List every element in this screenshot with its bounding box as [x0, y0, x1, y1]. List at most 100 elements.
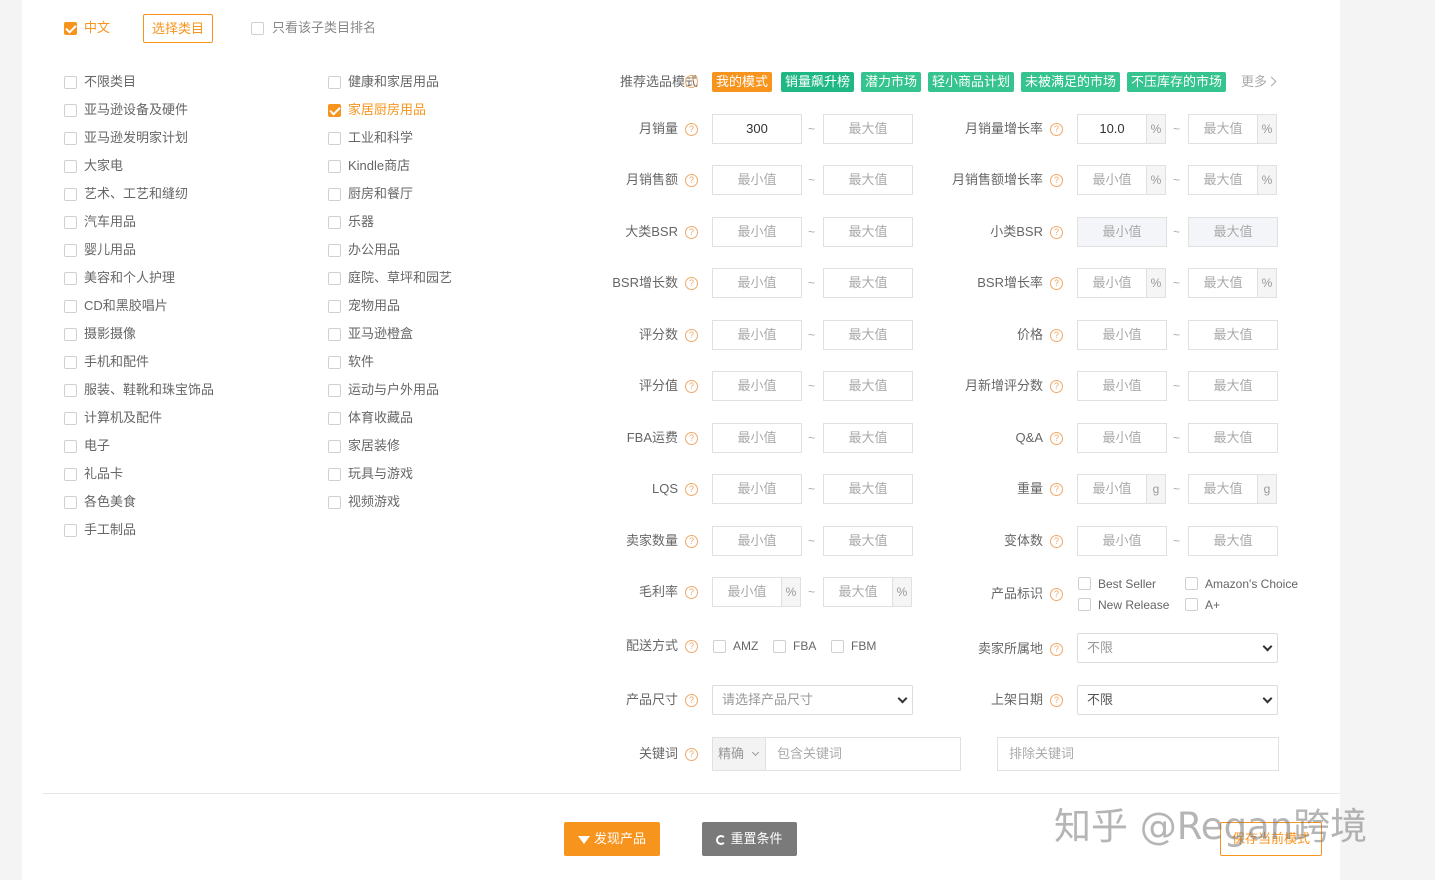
category-label[interactable]: Kindle商店 — [348, 158, 410, 174]
category-checkbox[interactable] — [64, 132, 77, 145]
category-checkbox[interactable] — [64, 412, 77, 425]
mode-tag-unmet[interactable]: 未被满足的市场 — [1021, 72, 1121, 92]
help-icon[interactable]: ? — [1050, 694, 1063, 707]
badge-new-release-checkbox[interactable] — [1078, 598, 1091, 611]
category-checkbox[interactable] — [64, 272, 77, 285]
help-icon[interactable]: ? — [685, 586, 698, 599]
category-label[interactable]: 手机和配件 — [84, 354, 149, 370]
category-label[interactable]: 运动与户外用品 — [348, 382, 439, 398]
category-checkbox[interactable] — [328, 76, 341, 89]
only-subcategory-checkbox[interactable] — [251, 22, 264, 35]
bsr-growth-rate-max-input[interactable]: 最大值 — [1188, 268, 1258, 298]
gross-margin-max-input[interactable]: 最大值 — [823, 577, 893, 607]
bsr-growth-rate-min-input[interactable]: 最小值 — [1077, 268, 1147, 298]
help-icon[interactable]: ? — [685, 380, 698, 393]
mode-tag-no-stock[interactable]: 不压库存的市场 — [1127, 72, 1227, 92]
help-icon[interactable]: ? — [685, 226, 698, 239]
help-icon[interactable]: ? — [1050, 329, 1063, 342]
category-checkbox[interactable] — [328, 216, 341, 229]
lang-checkbox[interactable] — [64, 22, 77, 35]
badge-amazons-choice-checkbox[interactable] — [1185, 577, 1198, 590]
category-label[interactable]: 计算机及配件 — [84, 410, 162, 426]
category-label[interactable]: 宠物用品 — [348, 298, 400, 314]
help-icon[interactable]: ? — [1050, 483, 1063, 496]
monthly-new-ratings-max-input[interactable]: 最大值 — [1188, 371, 1278, 401]
seller-count-min-input[interactable]: 最小值 — [712, 526, 802, 556]
variants-max-input[interactable]: 最大值 — [1188, 526, 1278, 556]
help-icon[interactable]: ? — [1050, 643, 1063, 656]
category-checkbox[interactable] — [328, 384, 341, 397]
lqs-min-input[interactable]: 最小值 — [712, 474, 802, 504]
shipping-amz-checkbox[interactable] — [713, 640, 726, 653]
category-checkbox[interactable] — [64, 216, 77, 229]
category-checkbox[interactable] — [328, 188, 341, 201]
category-label[interactable]: 不限类目 — [84, 74, 136, 90]
main-bsr-max-input[interactable]: 最大值 — [823, 217, 913, 247]
category-checkbox[interactable] — [64, 244, 77, 257]
category-checkbox[interactable] — [328, 160, 341, 173]
category-label[interactable]: 乐器 — [348, 214, 374, 230]
help-icon[interactable]: ? — [685, 432, 698, 445]
product-size-select[interactable]: 请选择产品尺寸 — [712, 685, 913, 715]
category-label[interactable]: 厨房和餐厅 — [348, 186, 413, 202]
discover-products-button[interactable]: 发现产品 — [564, 822, 660, 856]
category-label[interactable]: 婴儿用品 — [84, 242, 136, 258]
category-label[interactable]: 玩具与游戏 — [348, 466, 413, 482]
category-checkbox[interactable] — [328, 104, 341, 117]
rating-value-max-input[interactable]: 最大值 — [823, 371, 913, 401]
category-checkbox[interactable] — [64, 356, 77, 369]
category-label[interactable]: 汽车用品 — [84, 214, 136, 230]
monthly-revenue-growth-max-input[interactable]: 最大值 — [1188, 165, 1258, 195]
category-checkbox[interactable] — [64, 328, 77, 341]
category-label[interactable]: 健康和家居用品 — [348, 74, 439, 90]
fba-fee-min-input[interactable]: 最小值 — [712, 423, 802, 453]
category-label[interactable]: 服装、鞋靴和珠宝饰品 — [84, 382, 214, 398]
category-label[interactable]: 亚马逊发明家计划 — [84, 130, 188, 146]
rating-value-min-input[interactable]: 最小值 — [712, 371, 802, 401]
category-checkbox[interactable] — [328, 328, 341, 341]
monthly-revenue-min-input[interactable]: 最小值 — [712, 165, 802, 195]
category-label[interactable]: 礼品卡 — [84, 466, 123, 482]
help-icon[interactable]: ? — [685, 123, 698, 136]
price-min-input[interactable]: 最小值 — [1077, 320, 1167, 350]
gross-margin-min-input[interactable]: 最小值 — [712, 577, 782, 607]
qa-max-input[interactable]: 最大值 — [1188, 423, 1278, 453]
category-label[interactable]: 家居厨房用品 — [348, 102, 426, 118]
help-icon[interactable]: ? — [685, 174, 698, 187]
category-checkbox[interactable] — [328, 440, 341, 453]
lqs-max-input[interactable]: 最大值 — [823, 474, 913, 504]
help-icon[interactable]: ? — [685, 640, 698, 653]
category-label[interactable]: 软件 — [348, 354, 374, 370]
category-checkbox[interactable] — [64, 384, 77, 397]
bsr-growth-count-min-input[interactable]: 最小值 — [712, 268, 802, 298]
seller-location-select[interactable]: 不限 — [1077, 633, 1278, 663]
sub-bsr-min-input[interactable]: 最小值 — [1077, 217, 1167, 247]
help-icon[interactable]: ? — [1050, 380, 1063, 393]
weight-max-input[interactable]: 最大值 — [1188, 474, 1258, 504]
shipping-fbm-checkbox[interactable] — [831, 640, 844, 653]
category-label[interactable]: 视频游戏 — [348, 494, 400, 510]
category-label[interactable]: 美容和个人护理 — [84, 270, 175, 286]
category-checkbox[interactable] — [64, 496, 77, 509]
category-label[interactable]: 家居装修 — [348, 438, 400, 454]
category-label[interactable]: 庭院、草坪和园艺 — [348, 270, 452, 286]
mode-tag-potential[interactable]: 潜力市场 — [861, 72, 922, 92]
category-label[interactable]: 办公用品 — [348, 242, 400, 258]
category-checkbox[interactable] — [64, 188, 77, 201]
category-checkbox[interactable] — [64, 104, 77, 117]
category-checkbox[interactable] — [328, 412, 341, 425]
mode-tag-sales-surge[interactable]: 销量飙升榜 — [781, 72, 855, 92]
help-icon[interactable]: ? — [685, 535, 698, 548]
help-icon[interactable]: ? — [1050, 226, 1063, 239]
category-checkbox[interactable] — [64, 440, 77, 453]
listing-date-select[interactable]: 不限 — [1077, 685, 1278, 715]
weight-min-input[interactable]: 最小值 — [1077, 474, 1147, 504]
help-icon[interactable]: ? — [685, 748, 698, 761]
help-icon[interactable]: ? — [685, 329, 698, 342]
mode-tag-my[interactable]: 我的模式 — [712, 72, 773, 92]
category-label[interactable]: 亚马逊橙盒 — [348, 326, 413, 342]
badge-best-seller-checkbox[interactable] — [1078, 577, 1091, 590]
help-icon[interactable]: ? — [1050, 588, 1063, 601]
category-label[interactable]: 各色美食 — [84, 494, 136, 510]
keyword-mode-select[interactable]: 精确 — [713, 738, 766, 770]
